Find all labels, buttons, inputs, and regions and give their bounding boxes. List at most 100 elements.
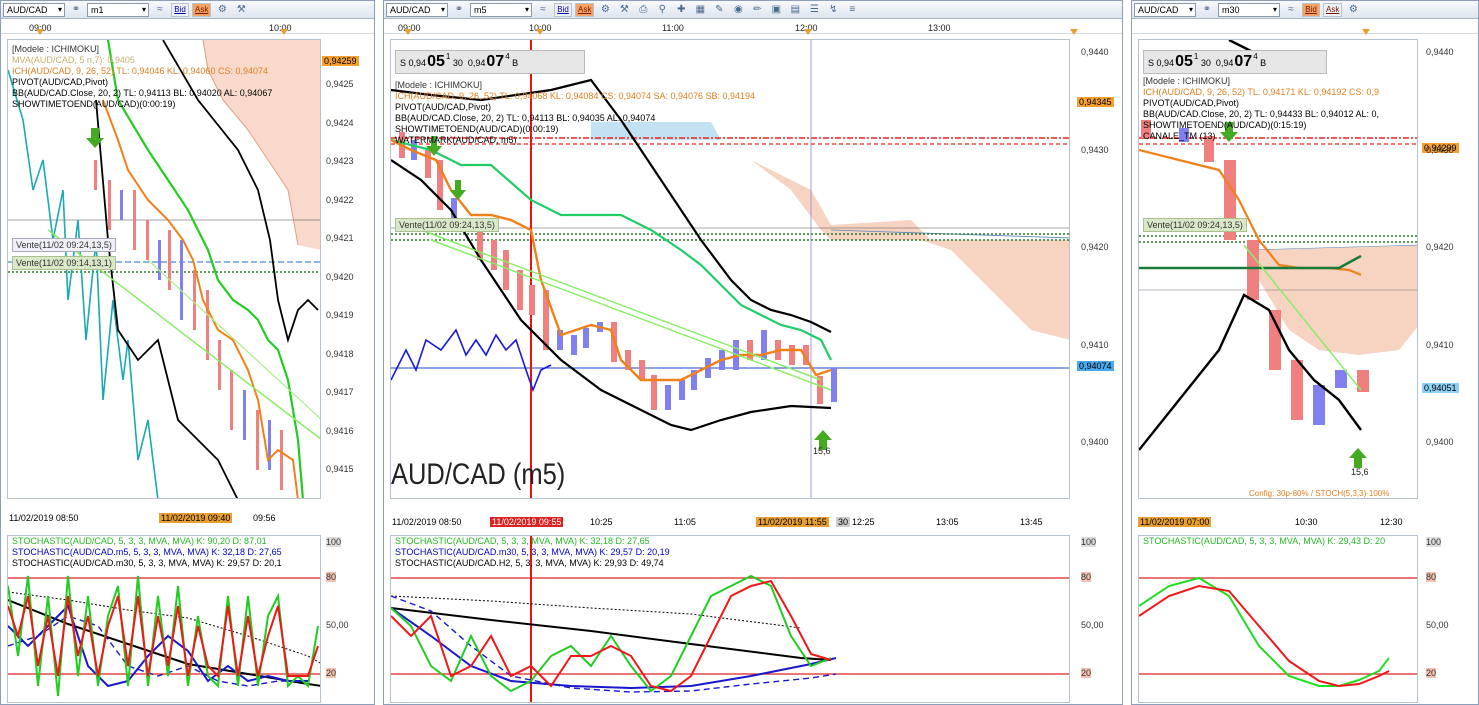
ask-button[interactable]: Ask: [192, 2, 212, 17]
symbol-select[interactable]: AUD/CAD: [3, 2, 65, 17]
symbol-select[interactable]: AUD/CAD: [1134, 2, 1196, 17]
candle: [831, 368, 837, 402]
bid-button[interactable]: Bid: [554, 2, 572, 17]
time-marker: [404, 29, 412, 35]
price-tick: 0,9400: [1426, 437, 1454, 447]
sell-order-label[interactable]: Vente(11/02 09:14,13,1): [12, 256, 116, 270]
trend-line-2: [147, 259, 320, 419]
date-label: 11/02/2019 08:50: [9, 513, 79, 523]
candle: [517, 270, 523, 310]
candle: [789, 345, 795, 365]
timeframe-select[interactable]: m30: [1218, 2, 1280, 17]
watermark: AUD/CAD (m5): [391, 458, 566, 491]
candle: [1357, 370, 1369, 392]
sell-order-label[interactable]: Vente(11/02 09:24,13,5): [395, 218, 499, 232]
price-plot[interactable]: [Modele : ICHIMOKU] MVA(AUD/CAD, 5 n,7): …: [7, 39, 321, 499]
price-tick: 0,9422: [326, 194, 354, 205]
date-label: 10:30: [1295, 517, 1318, 527]
menu-icon[interactable]: ☰: [806, 3, 822, 17]
chart-panel-m30: AUD/CAD ⚭ m30 ≈ Bid Ask ⚙: [1131, 0, 1479, 705]
candle: [193, 270, 196, 330]
bid-sup: 1: [445, 52, 451, 61]
indicators-icon[interactable]: ⚒: [616, 3, 632, 17]
date-axis: 11/02/2019 07:00 10:30 12:30: [1138, 515, 1418, 531]
chart-type-icon[interactable]: ≈: [152, 3, 168, 17]
candle: [256, 410, 259, 470]
stochastic-panel[interactable]: STOCHASTIC(AUD/CAD, 5, 3, 3, MVA, MVA) K…: [390, 535, 1070, 703]
candle: [747, 340, 753, 360]
image-icon[interactable]: ▣: [768, 3, 784, 17]
chart-panel-m5: AUD/CAD ⚭ m5 ≈ Bid Ask ⚙ ⚒ ⎙ ⚲ ✚ ▦ ✎ ◉ ✏…: [383, 0, 1123, 705]
price-box[interactable]: S 0,94 05 1 30 0,94 07 4 B: [395, 50, 585, 74]
time-marker: [280, 29, 288, 35]
ask-sup: 4: [1253, 52, 1258, 61]
crosshair-icon[interactable]: ✚: [673, 3, 689, 17]
legend-line: BB(AUD/CAD.Close, 20, 2) TL: 0,94113 BL:…: [395, 113, 656, 123]
price-tick: 0,9400: [1081, 437, 1109, 447]
ask-button[interactable]: Ask: [1323, 2, 1343, 17]
price-tick: 0,9440: [1081, 47, 1109, 57]
stochastic-legend-line: STOCHASTIC(AUD/CAD.m30, 5, 3, 3, MVA, MV…: [395, 547, 670, 557]
legend-line: SHOWTIMETOEND(AUD/CAD)(0:15:19): [1143, 120, 1307, 130]
time-marker: [36, 29, 44, 35]
stochastic-panel[interactable]: STOCHASTIC(AUD/CAD, 5, 3, 3, MVA, MVA) K…: [1138, 535, 1418, 703]
bid-small: 0,94: [1156, 58, 1175, 68]
bid-button[interactable]: Bid: [171, 2, 189, 17]
legend-line: CANALE_TM (13): [1143, 131, 1216, 141]
stochastic-panel[interactable]: STOCHASTIC(AUD/CAD, 5, 3, 3, MVA, MVA) K…: [7, 535, 321, 703]
ask-big: 07: [1234, 53, 1253, 70]
legend-line: PIVOT(AUD/CAD,Pivot): [12, 77, 109, 87]
link-icon[interactable]: ⚭: [68, 3, 84, 17]
stochastic-legend-line: STOCHASTIC(AUD/CAD, 5, 3, 3, MVA, MVA) K…: [1143, 536, 1386, 546]
chikou-line: [8, 69, 159, 498]
date-label: 09:56: [253, 513, 276, 523]
stoch-tick: 50,00: [1081, 620, 1104, 630]
price-plot[interactable]: [Modele : ICHIMOKU] ICH(AUD/CAD, 9, 26, 5…: [1138, 39, 1418, 499]
globe-icon[interactable]: ◉: [730, 3, 746, 17]
print-icon[interactable]: ⎙: [635, 3, 651, 17]
price-box[interactable]: S 0,94 05 1 30 0,94 07 4 B: [1143, 50, 1327, 74]
legend-line: WATERMARK(AUD/CAD, m5): [395, 135, 517, 145]
fib-icon[interactable]: ≡: [844, 3, 860, 17]
zoom-icon[interactable]: ⚲: [654, 3, 670, 17]
settings-icon[interactable]: ⚙: [214, 3, 230, 17]
price-axis: 0,94299 0,94051 0,9440 0,9430 0,9420 0,9410…: [1422, 39, 1478, 499]
candle: [206, 290, 209, 360]
chart-type-icon[interactable]: ≈: [1283, 3, 1299, 17]
link-icon[interactable]: ⚭: [451, 3, 467, 17]
price-b: B: [1260, 58, 1267, 68]
sell-order-text: Vente(11/02 09:24,13,5): [16, 240, 112, 250]
candle: [230, 370, 233, 430]
chart-type-icon[interactable]: ≈: [535, 3, 551, 17]
price-tick: 0,9430: [1426, 144, 1454, 155]
bid-button[interactable]: Bid: [1302, 2, 1320, 17]
price-tick: 0,9423: [326, 156, 354, 166]
settings-icon[interactable]: ⚙: [597, 3, 613, 17]
candle: [491, 240, 497, 270]
price-plot[interactable]: [Modele : ICHIMOKU] ICH(AUD/CAD, 9, 26, 5…: [390, 39, 1070, 499]
link-icon[interactable]: ⚭: [1199, 3, 1215, 17]
fork-icon[interactable]: ↯: [825, 3, 841, 17]
sell-arrow-icon: [450, 180, 466, 200]
settings-icon[interactable]: ⚙: [1345, 3, 1361, 17]
date-label: 12:30: [1380, 517, 1403, 527]
candle: [120, 190, 123, 220]
grid-icon[interactable]: ▦: [692, 3, 708, 17]
symbol-select[interactable]: AUD/CAD: [386, 2, 448, 17]
candle: [268, 420, 271, 470]
timeframe-select[interactable]: m1: [87, 2, 149, 17]
candle: [1269, 310, 1281, 370]
pencil-icon[interactable]: ✏: [749, 3, 765, 17]
date-label: 12:25: [852, 517, 875, 527]
tool-icon[interactable]: ✎: [711, 3, 727, 17]
layout-icon[interactable]: ▤: [787, 3, 803, 17]
indicators-icon[interactable]: ⚒: [233, 3, 249, 17]
stochastic-legend: STOCHASTIC(AUD/CAD, 5, 3, 3, MVA, MVA) K…: [1143, 536, 1385, 547]
sell-order-label[interactable]: Vente(11/02 09:24,13,5): [1143, 218, 1247, 232]
sell-order-label[interactable]: Vente(11/02 09:24,13,5): [12, 238, 116, 252]
legend-line: PIVOT(AUD/CAD,Pivot): [395, 102, 492, 112]
spread: 30: [1200, 58, 1211, 68]
ask-button[interactable]: Ask: [575, 2, 595, 17]
date-label: 11:05: [674, 517, 696, 527]
timeframe-select[interactable]: m5: [470, 2, 532, 17]
